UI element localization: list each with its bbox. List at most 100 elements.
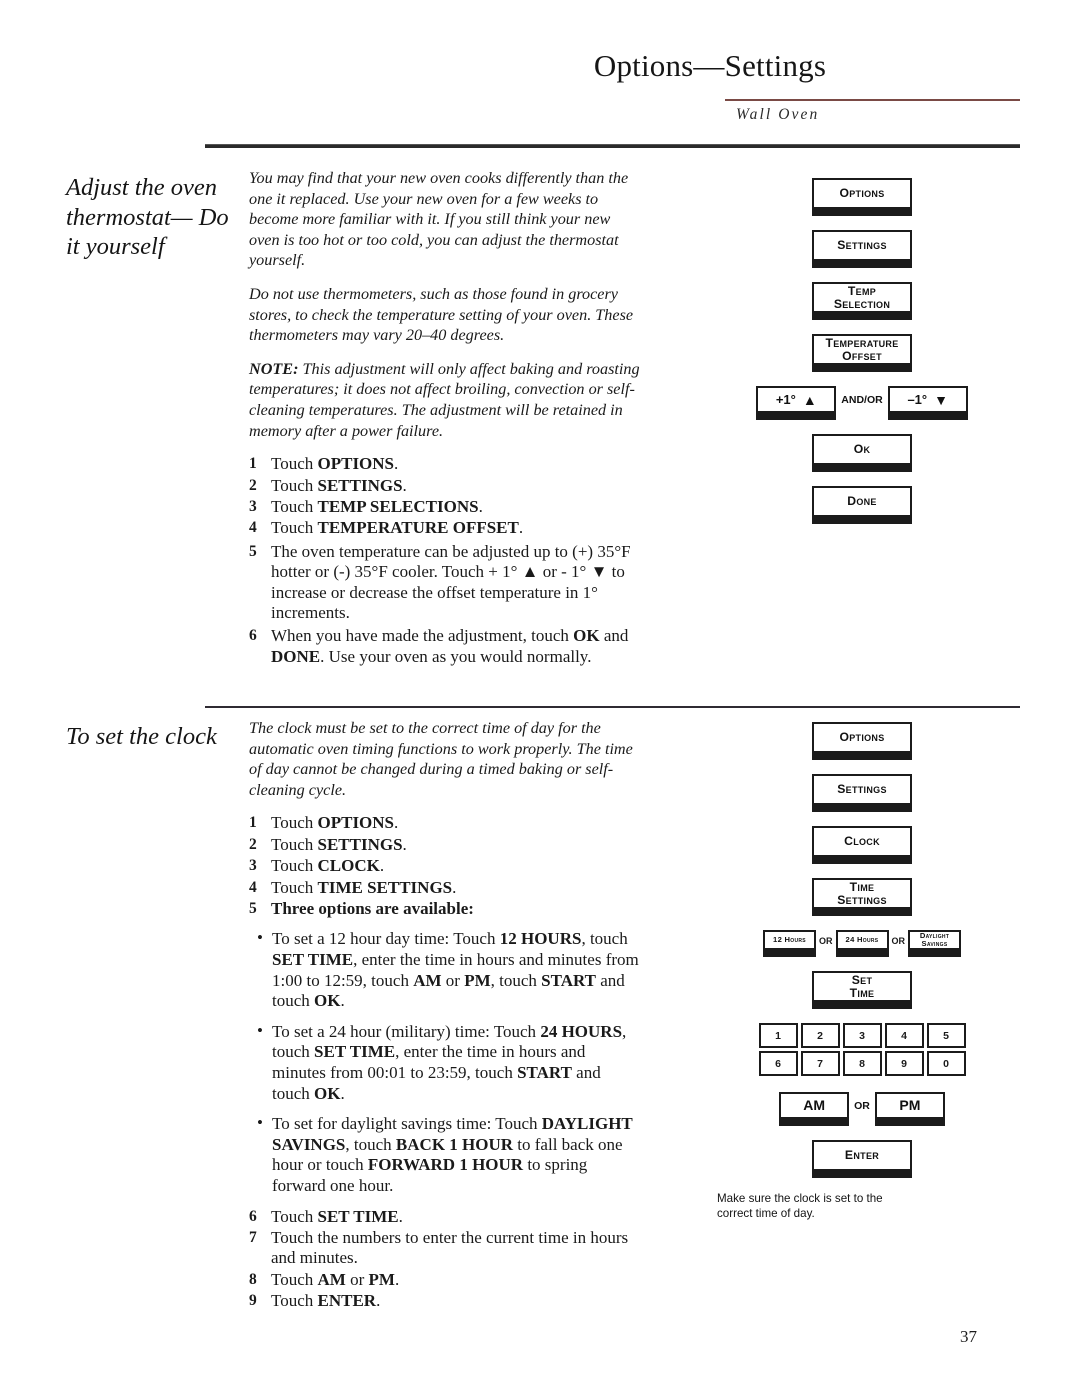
header-subtitle: Wall Oven <box>736 106 820 123</box>
step-bold-term: SET TIME <box>317 1206 399 1226</box>
step-text: Touch <box>271 496 318 516</box>
step-item: 1 Touch OPTIONS. <box>249 454 641 474</box>
diagram-button-clock[interactable]: Clock <box>812 826 912 864</box>
step-text-tail: . <box>394 813 399 833</box>
or-label-ampm: OR <box>854 1099 870 1112</box>
step-number: 6 <box>249 1207 257 1225</box>
keypad-key-5[interactable]: 5 <box>926 1023 966 1048</box>
step-text: When you have made the adjustment, touch <box>271 626 574 646</box>
keypad-key-0[interactable]: 0 <box>926 1051 966 1076</box>
step-item: 1 Touch OPTIONS. <box>249 813 641 833</box>
keypad-key-2[interactable]: 2 <box>800 1023 840 1048</box>
step-number: 4 <box>249 519 257 537</box>
step-item: 9 Touch ENTER. <box>249 1291 641 1311</box>
step-number: 4 <box>249 878 257 896</box>
step-number: 6 <box>249 627 257 645</box>
diagram-button-time-settings[interactable]: Time Settings <box>812 878 912 916</box>
step-bold-term: Three options are available: <box>271 899 474 918</box>
bullet-marker: • <box>257 1020 263 1040</box>
button-line-1: Temp <box>847 283 877 298</box>
step-bold-term: OK <box>573 626 600 646</box>
step-text-mid: or <box>345 1269 369 1289</box>
keypad-key-7[interactable]: 7 <box>800 1051 840 1076</box>
step-text: Touch <box>271 518 318 538</box>
keypad-key-3[interactable]: 3 <box>842 1023 882 1048</box>
steps-list-clock-after: 6 Touch SET TIME. 7 Touch the numbers to e… <box>249 1207 641 1312</box>
step-bold-term: AM <box>317 1269 346 1289</box>
diagram-button-settings[interactable]: Settings <box>812 774 912 812</box>
diagram-button-set-time[interactable]: Set Time <box>812 971 912 1009</box>
note-text: This adjustment will only affect baking … <box>249 359 640 440</box>
section-heading-thermostat: Adjust the oven thermostat— Do it yourse… <box>66 174 229 260</box>
diagram-button-24-hours[interactable]: 24 Hours <box>835 930 889 957</box>
step-text-tail: . <box>379 856 385 876</box>
button-line-1: Time <box>849 879 875 894</box>
header-accent-rule <box>725 99 1020 101</box>
diagram-button-options[interactable]: Options <box>812 722 912 760</box>
intro-paragraph: Do not use thermometers, such as those f… <box>249 284 634 345</box>
keypad-key-8[interactable]: 8 <box>842 1051 882 1076</box>
diagram-button-done[interactable]: Done <box>812 486 912 524</box>
step-text: Touch <box>271 877 318 897</box>
or-label-1: OR <box>819 936 833 946</box>
button-line-2: Offset <box>842 348 882 363</box>
keypad-row: 6 7 8 9 0 <box>758 1051 966 1076</box>
step-text-tail: . <box>478 496 483 516</box>
section-divider-rule <box>205 706 1020 708</box>
or-label-2: OR <box>891 936 906 946</box>
diagram-button-decrease-offset[interactable]: –1° ▼ <box>887 386 968 420</box>
diagram-button-12-hours[interactable]: 12 Hours <box>763 930 816 957</box>
step-bold-term-2: DONE <box>271 646 321 666</box>
note-label: NOTE: <box>249 359 299 378</box>
page-title: Options—Settings <box>593 48 827 83</box>
button-line-1: Set <box>851 972 873 987</box>
diagram-button-increase-offset[interactable]: +1° ▲ <box>756 386 837 420</box>
header-divider-rule <box>205 144 1020 148</box>
step-item: 6 Touch SET TIME. <box>249 1207 641 1227</box>
diagram-button-ok[interactable]: Ok <box>812 434 912 472</box>
clock-mode-row: 12 Hours OR 24 Hours OR Daylight Savings <box>712 930 1012 957</box>
button-line-1: Temperature <box>825 335 899 350</box>
diagram-button-temperature-offset[interactable]: Temperature Offset <box>812 334 912 372</box>
diagram-button-enter[interactable]: Enter <box>812 1140 912 1178</box>
bullet-item: • To set a 12 hour day time: Touch 12 HOU… <box>257 928 641 1011</box>
bullet-text: To set a 12 hour day time: Touch 12 HOUR… <box>272 929 639 1011</box>
triangle-up-icon: ▲ <box>802 391 817 408</box>
bullet-text: To set a 24 hour (military) time: Touch … <box>272 1021 627 1103</box>
keypad-key-4[interactable]: 4 <box>884 1023 924 1048</box>
intro-paragraph: The clock must be set to the correct tim… <box>249 719 633 799</box>
step-number: 8 <box>249 1270 257 1288</box>
step-text-tail: . <box>402 475 407 495</box>
step-bold-term: TEMPERATURE OFFSET <box>317 518 519 538</box>
diagram-button-options[interactable]: Options <box>812 178 912 216</box>
diagram-button-temp-selection[interactable]: Temp Selection <box>812 282 912 320</box>
diagram-button-daylight-savings[interactable]: Daylight Savings <box>908 930 961 957</box>
button-diagram-clock: Options Settings Clock Time Settings 12 … <box>712 722 1012 1221</box>
button-line-2: Selection <box>833 296 891 311</box>
diagram-button-settings[interactable]: Settings <box>812 230 912 268</box>
step-text-tail: . <box>518 518 524 538</box>
diagram-button-am[interactable]: AM <box>779 1092 850 1126</box>
step-item: 8 Touch AM or PM. <box>249 1270 641 1290</box>
keypad-key-9[interactable]: 9 <box>884 1051 924 1076</box>
step-number: 2 <box>249 835 257 853</box>
step-item: 5 Three options are available: <box>249 899 641 919</box>
keypad-key-6[interactable]: 6 <box>758 1051 798 1076</box>
step-text-tail: . <box>376 1291 381 1311</box>
step-bold-term: SETTINGS <box>317 834 403 854</box>
keypad-key-1[interactable]: 1 <box>758 1023 798 1048</box>
step-text: Touch <box>271 813 318 833</box>
ampm-row: AM OR PM <box>712 1092 1012 1126</box>
step-text: Touch <box>271 834 318 854</box>
triangle-down-icon: ▼ <box>934 391 948 408</box>
step-text-tail: . Use your oven as you would normally. <box>320 646 592 666</box>
diagram-button-pm[interactable]: PM <box>874 1092 945 1126</box>
note-paragraph: NOTE: This adjustment will only affect b… <box>249 359 641 441</box>
step-item: 2 Touch SETTINGS. <box>249 476 641 496</box>
increase-label: +1° <box>775 391 796 407</box>
step-bold-term-2: PM <box>368 1269 395 1289</box>
offset-adjust-row: +1° ▲ AND/OR –1° ▼ <box>712 386 1012 420</box>
step-number: 2 <box>249 476 257 494</box>
step-item: 4 Touch TIME SETTINGS. <box>249 878 641 898</box>
step-bold-term: SETTINGS <box>317 475 403 495</box>
